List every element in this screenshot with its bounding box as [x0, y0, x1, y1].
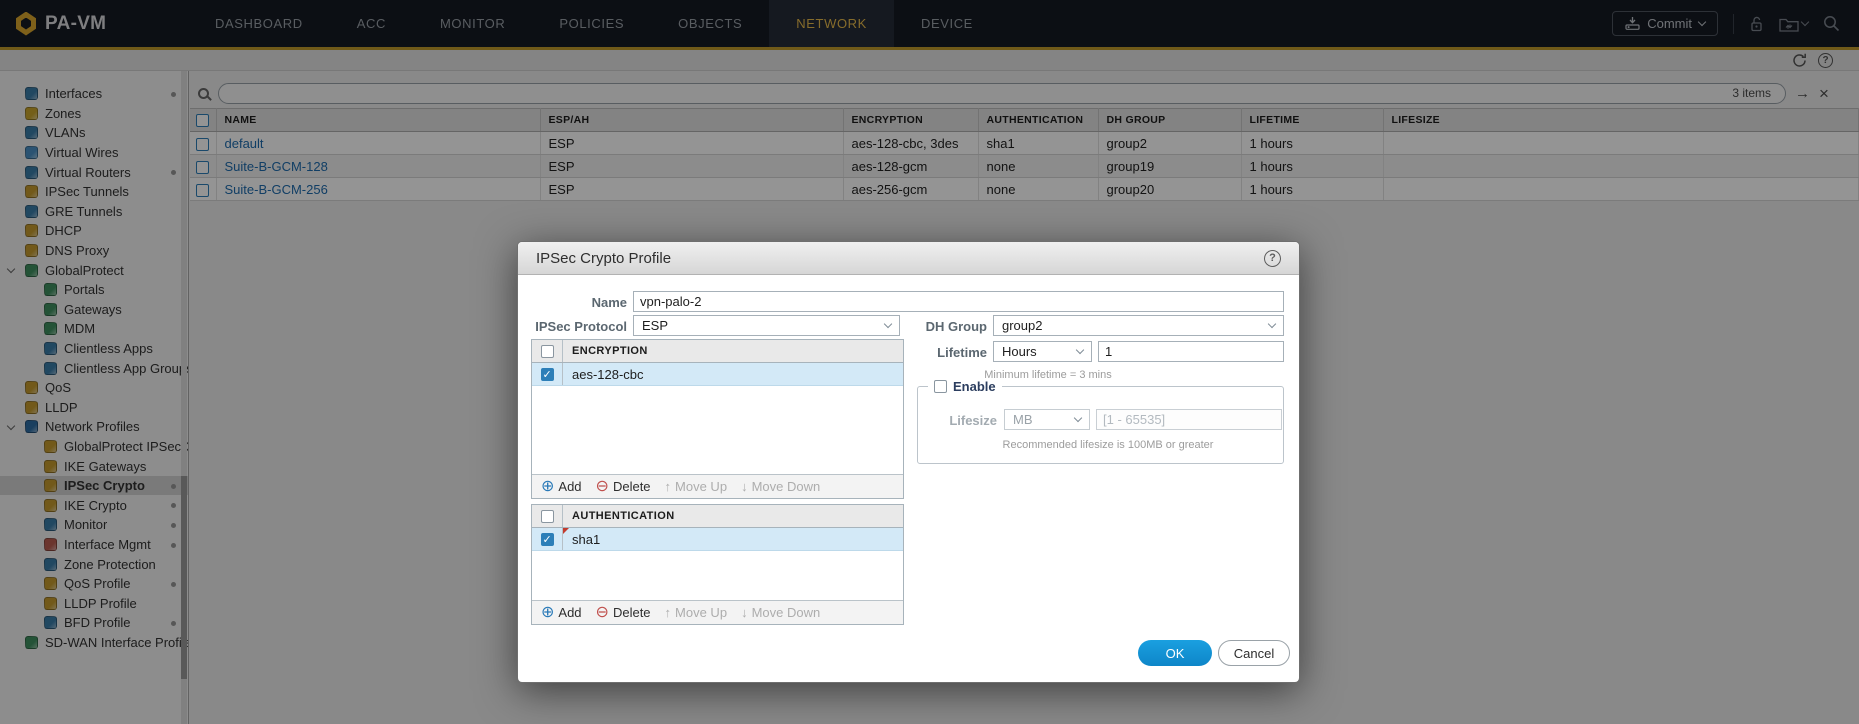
lifetime-label: Lifetime: [877, 345, 987, 360]
list-row-sha1[interactable]: sha1: [532, 528, 903, 551]
dialog-title: IPSec Crypto Profile: [536, 250, 671, 267]
encryption-panel-header: ENCRYPTION: [532, 340, 903, 363]
plus-circle-icon: ⊕: [541, 479, 554, 495]
name-field[interactable]: [633, 291, 1284, 312]
lifesize-value-field[interactable]: [1096, 409, 1282, 430]
plus-circle-icon: ⊕: [541, 605, 554, 621]
arrow-down-icon: ↓: [741, 479, 748, 494]
chevron-down-icon: [1076, 346, 1084, 354]
lifesize-hint: Recommended lifesize is 100MB or greater: [958, 439, 1258, 451]
ipsec-protocol-label: IPSec Protocol: [518, 319, 627, 334]
lifesize-fieldset: Enable Lifesize MB Recommended lifesize …: [917, 386, 1284, 464]
select-all-checkbox[interactable]: [541, 510, 554, 523]
move-down-button[interactable]: ↓Move Down: [741, 479, 820, 494]
chevron-down-icon: [1268, 320, 1276, 328]
minus-circle-icon: ⊖: [596, 605, 609, 621]
add-button[interactable]: ⊕Add: [541, 479, 582, 495]
move-up-button[interactable]: ↑Move Up: [665, 605, 728, 620]
add-button[interactable]: ⊕Add: [541, 605, 582, 621]
dialog-help-icon[interactable]: ?: [1264, 250, 1281, 267]
enable-label: Enable: [953, 379, 996, 394]
minus-circle-icon: ⊖: [596, 479, 609, 495]
move-down-button[interactable]: ↓Move Down: [741, 605, 820, 620]
encryption-panel: ENCRYPTION aes-128-cbc ⊕Add ⊖Delete ↑Mov…: [531, 339, 904, 499]
enable-legend: Enable: [928, 379, 1002, 394]
chevron-down-icon: [1074, 414, 1082, 422]
lifetime-value-field[interactable]: [1098, 341, 1284, 362]
arrow-up-icon: ↑: [665, 479, 672, 494]
authentication-panel-footer: ⊕Add ⊖Delete ↑Move Up ↓Move Down: [532, 600, 903, 624]
delete-button[interactable]: ⊖Delete: [596, 605, 651, 621]
ok-button[interactable]: OK: [1138, 640, 1212, 666]
dh-group-label: DH Group: [877, 319, 987, 334]
row-checkbox[interactable]: [541, 368, 554, 381]
dh-group-select[interactable]: group2: [993, 315, 1284, 336]
lifesize-unit-select[interactable]: MB: [1004, 409, 1090, 430]
move-up-button[interactable]: ↑Move Up: [665, 479, 728, 494]
enable-checkbox[interactable]: [934, 380, 947, 393]
ipsec-crypto-profile-dialog: IPSec Crypto Profile ? Name IPSec Protoc…: [517, 241, 1300, 683]
arrow-down-icon: ↓: [741, 605, 748, 620]
lifesize-label: Lifesize: [918, 413, 997, 428]
authentication-panel-header: AUTHENTICATION: [532, 505, 903, 528]
dialog-title-bar[interactable]: IPSec Crypto Profile ?: [518, 242, 1299, 275]
delete-button[interactable]: ⊖Delete: [596, 479, 651, 495]
encryption-panel-footer: ⊕Add ⊖Delete ↑Move Up ↓Move Down: [532, 474, 903, 498]
ipsec-protocol-select[interactable]: ESP: [633, 315, 900, 336]
select-all-checkbox[interactable]: [541, 345, 554, 358]
list-row-aes-128-cbc[interactable]: aes-128-cbc: [532, 363, 903, 386]
lifetime-unit-select[interactable]: Hours: [993, 341, 1092, 362]
row-checkbox[interactable]: [541, 533, 554, 546]
arrow-up-icon: ↑: [665, 605, 672, 620]
name-label: Name: [518, 295, 627, 310]
authentication-panel: AUTHENTICATION sha1 ⊕Add ⊖Delete ↑Move U…: [531, 504, 904, 625]
modified-flag-icon: [563, 528, 569, 534]
cancel-button[interactable]: Cancel: [1218, 640, 1290, 666]
